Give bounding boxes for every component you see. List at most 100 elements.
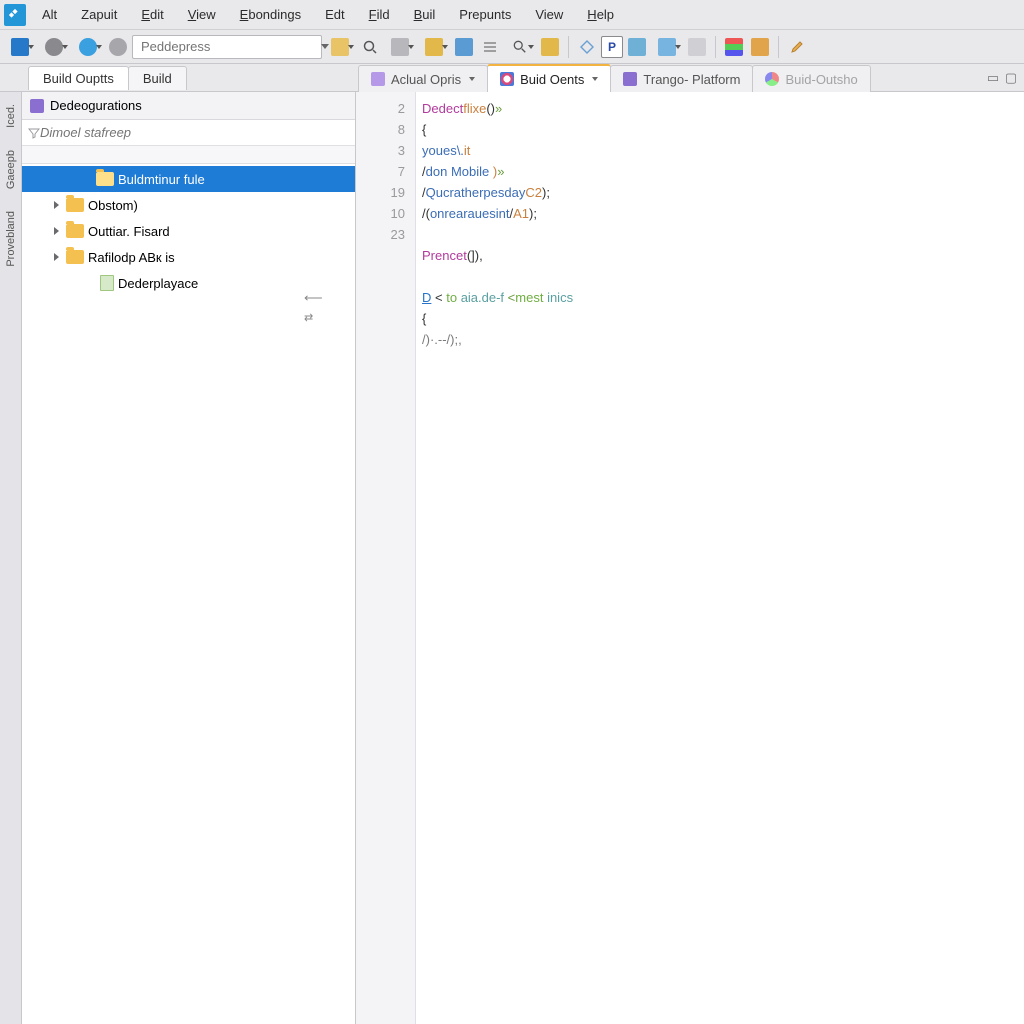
toolbar: P xyxy=(0,30,1024,64)
menu-prepunts[interactable]: Prepunts xyxy=(447,3,523,26)
sidebar-filter-input[interactable] xyxy=(40,125,349,140)
search-input[interactable] xyxy=(141,39,317,54)
editor-tab-trango[interactable]: Trango- Platform xyxy=(610,65,753,92)
tool-list-icon[interactable] xyxy=(478,35,502,59)
tool-gear-icon[interactable] xyxy=(38,35,70,59)
tool-edit-icon[interactable] xyxy=(785,35,809,59)
tree-twisty xyxy=(80,173,92,185)
ring-icon xyxy=(500,72,514,86)
diamond-icon xyxy=(371,72,385,86)
tree-twisty[interactable] xyxy=(50,199,62,211)
line-number: 10 xyxy=(356,203,405,224)
tree-twisty xyxy=(84,277,96,289)
tool-paste-icon[interactable] xyxy=(452,35,476,59)
menu-help[interactable]: Help xyxy=(575,3,626,26)
left-rail: Iced. Gaeepb Provebland xyxy=(0,92,22,1024)
left-rail-label-1[interactable]: Gaeepb xyxy=(5,144,17,195)
tool-db-icon[interactable] xyxy=(625,35,649,59)
menu-ebondings[interactable]: Ebondings xyxy=(228,3,313,26)
left-rail-label-0[interactable]: Iced. xyxy=(5,98,17,134)
tool-layout-icon[interactable] xyxy=(324,35,356,59)
sidebar-header: Dedeogurations xyxy=(22,92,355,120)
toolbar-separator xyxy=(568,36,569,58)
sidebar-filter[interactable] xyxy=(22,120,355,146)
tree-item-rafilodp[interactable]: Rafilodp ABк is xyxy=(22,244,355,270)
swap-arrow-icon[interactable]: ⇄ xyxy=(304,308,313,329)
editor-tab-aclual[interactable]: Aclual Opris xyxy=(358,65,488,92)
editor-tab-label: Trango- Platform xyxy=(643,72,740,87)
tool-pin-icon[interactable] xyxy=(418,35,450,59)
line-number: 19 xyxy=(356,182,405,203)
tree-label: Buldmtinur fule xyxy=(118,172,205,187)
tool-zoom-icon[interactable] xyxy=(504,35,536,59)
tool-a-icon[interactable] xyxy=(4,35,36,59)
line-number xyxy=(356,266,405,287)
tree-label: Rafilodp ABк is xyxy=(88,250,175,265)
tool-page-icon[interactable] xyxy=(685,35,709,59)
editor-tab-label: Buid Oents xyxy=(520,72,584,87)
tool-globe-icon[interactable] xyxy=(72,35,104,59)
tool-diamond-icon[interactable] xyxy=(575,35,599,59)
chevron-down-icon[interactable] xyxy=(469,77,475,81)
module-icon xyxy=(30,99,44,113)
folder-icon xyxy=(66,198,84,212)
tool-tag-icon[interactable] xyxy=(384,35,416,59)
editor-tabs: Aclual Opris Buid Oents Trango- Platform… xyxy=(358,64,870,92)
chevron-down-icon[interactable] xyxy=(592,77,598,81)
minimize-icon[interactable]: ▭ xyxy=(986,71,1000,85)
line-number: 3 xyxy=(356,140,405,161)
tree-item-obstom[interactable]: Obstom) xyxy=(22,192,355,218)
line-number: 7 xyxy=(356,161,405,182)
file-icon xyxy=(100,275,114,291)
tree-label: Dederplayace xyxy=(118,276,198,291)
tool-refresh-icon[interactable] xyxy=(106,35,130,59)
tree-twisty[interactable] xyxy=(50,225,62,237)
sidebar-title: Dedeogurations xyxy=(50,98,142,113)
menu-edt[interactable]: Edt xyxy=(313,3,357,26)
tree-label: Outtiar. Fisard xyxy=(88,224,170,239)
pie-icon xyxy=(765,72,779,86)
line-number xyxy=(356,245,405,266)
tool-p-icon[interactable]: P xyxy=(601,36,623,58)
square-icon xyxy=(623,72,637,86)
menu-view-2[interactable]: View xyxy=(523,3,575,26)
back-arrow-icon[interactable]: ⟵ xyxy=(304,287,323,308)
tool-profile-icon[interactable] xyxy=(748,35,772,59)
tool-chart-icon[interactable] xyxy=(722,35,746,59)
tool-user-icon[interactable] xyxy=(651,35,683,59)
toolbar-separator-3 xyxy=(778,36,779,58)
maximize-icon[interactable]: ▢ xyxy=(1004,71,1018,85)
folder-icon xyxy=(66,250,84,264)
toolbar-separator-2 xyxy=(715,36,716,58)
folder-icon xyxy=(96,172,114,186)
menu-buil[interactable]: Buil xyxy=(402,3,448,26)
menu-fild[interactable]: Fild xyxy=(357,3,402,26)
sidebar: Dedeogurations Buldmtinur fule Obstom) O… xyxy=(22,92,356,1024)
menu-zapuit[interactable]: Zapuit xyxy=(69,3,129,26)
gutter-nav[interactable]: ⇄ xyxy=(356,308,405,329)
left-rail-label-2[interactable]: Provebland xyxy=(5,205,17,273)
tool-find-icon[interactable] xyxy=(358,35,382,59)
tree-item-outtiar[interactable]: Outtiar. Fisard xyxy=(22,218,355,244)
panel-tab-build[interactable]: Build xyxy=(128,66,187,90)
app-icon[interactable] xyxy=(4,4,26,26)
filter-icon xyxy=(28,127,40,139)
code-editor[interactable]: 2 8 3 7 19 10 23 ⟵ ⇄ Dedectflixe()» { yo… xyxy=(356,92,1024,1024)
menu-alt[interactable]: Alt xyxy=(30,3,69,26)
tool-bookmark-icon[interactable] xyxy=(538,35,562,59)
menu-view[interactable]: View xyxy=(176,3,228,26)
tree-label: Obstom) xyxy=(88,198,138,213)
gutter-nav[interactable]: ⟵ xyxy=(356,287,405,308)
tree-item-buldmtinur[interactable]: Buldmtinur fule xyxy=(22,166,355,192)
sidebar-ruler xyxy=(22,146,355,164)
menu-edit[interactable]: Edit xyxy=(129,3,175,26)
editor-tab-buid-oents[interactable]: Buid Oents xyxy=(487,64,611,92)
editor-area: 2 8 3 7 19 10 23 ⟵ ⇄ Dedectflixe()» { yo… xyxy=(356,92,1024,1024)
line-number: 23 xyxy=(356,224,405,245)
gutter: 2 8 3 7 19 10 23 ⟵ ⇄ xyxy=(356,92,416,1024)
panel-tab-build-outputs[interactable]: Build Ouptts xyxy=(28,66,129,90)
tree-twisty[interactable] xyxy=(50,251,62,263)
search-box[interactable] xyxy=(132,35,322,59)
code-body[interactable]: Dedectflixe()» { youes\.it /don Mobile )… xyxy=(416,92,1024,1024)
editor-tab-outsho[interactable]: Buid-Outsho xyxy=(752,65,870,92)
